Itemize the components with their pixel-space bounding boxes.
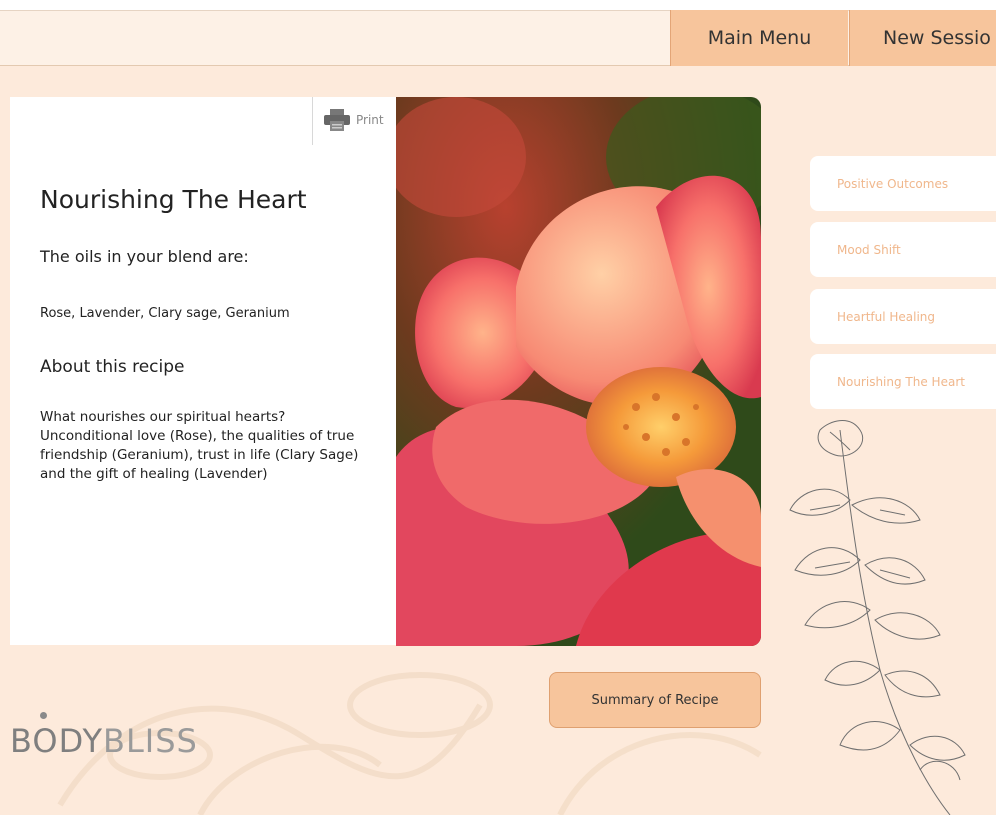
print-label: Print — [356, 113, 384, 127]
top-strip — [0, 0, 996, 10]
logo-body: BODY — [10, 722, 104, 760]
summary-of-recipe-button[interactable]: Summary of Recipe — [549, 672, 761, 728]
app-window: Main Menu New Sessio Print Nourishing Th… — [0, 0, 996, 815]
logo-bliss: BLISS — [103, 722, 198, 760]
oils-list: Rose, Lavender, Clary sage, Geranium — [40, 306, 290, 321]
side-menu-item-positive-outcomes[interactable]: Positive Outcomes — [810, 156, 996, 211]
recipe-panel: Print Nourishing The Heart The oils in y… — [10, 97, 396, 645]
oils-heading: The oils in your blend are: — [40, 247, 249, 266]
bodybliss-logo: BODYBLISS — [10, 722, 198, 760]
logo-dot — [40, 712, 47, 719]
recipe-description: What nourishes our spiritual hearts? Unc… — [40, 409, 359, 482]
printer-icon — [324, 109, 350, 131]
rose-image — [396, 97, 761, 646]
panel-divider — [312, 97, 313, 145]
recipe-title: Nourishing The Heart — [40, 185, 307, 214]
botanical-sketch-illustration — [789, 420, 966, 815]
side-menu-item-heartful-healing[interactable]: Heartful Healing — [810, 289, 996, 344]
main-menu-button[interactable]: Main Menu — [670, 10, 848, 66]
side-menu-item-nourishing-the-heart[interactable]: Nourishing The Heart — [810, 354, 996, 409]
new-session-button[interactable]: New Sessio — [849, 10, 996, 66]
print-button[interactable]: Print — [324, 109, 384, 131]
side-menu-item-mood-shift[interactable]: Mood Shift — [810, 222, 996, 277]
about-heading: About this recipe — [40, 357, 185, 377]
